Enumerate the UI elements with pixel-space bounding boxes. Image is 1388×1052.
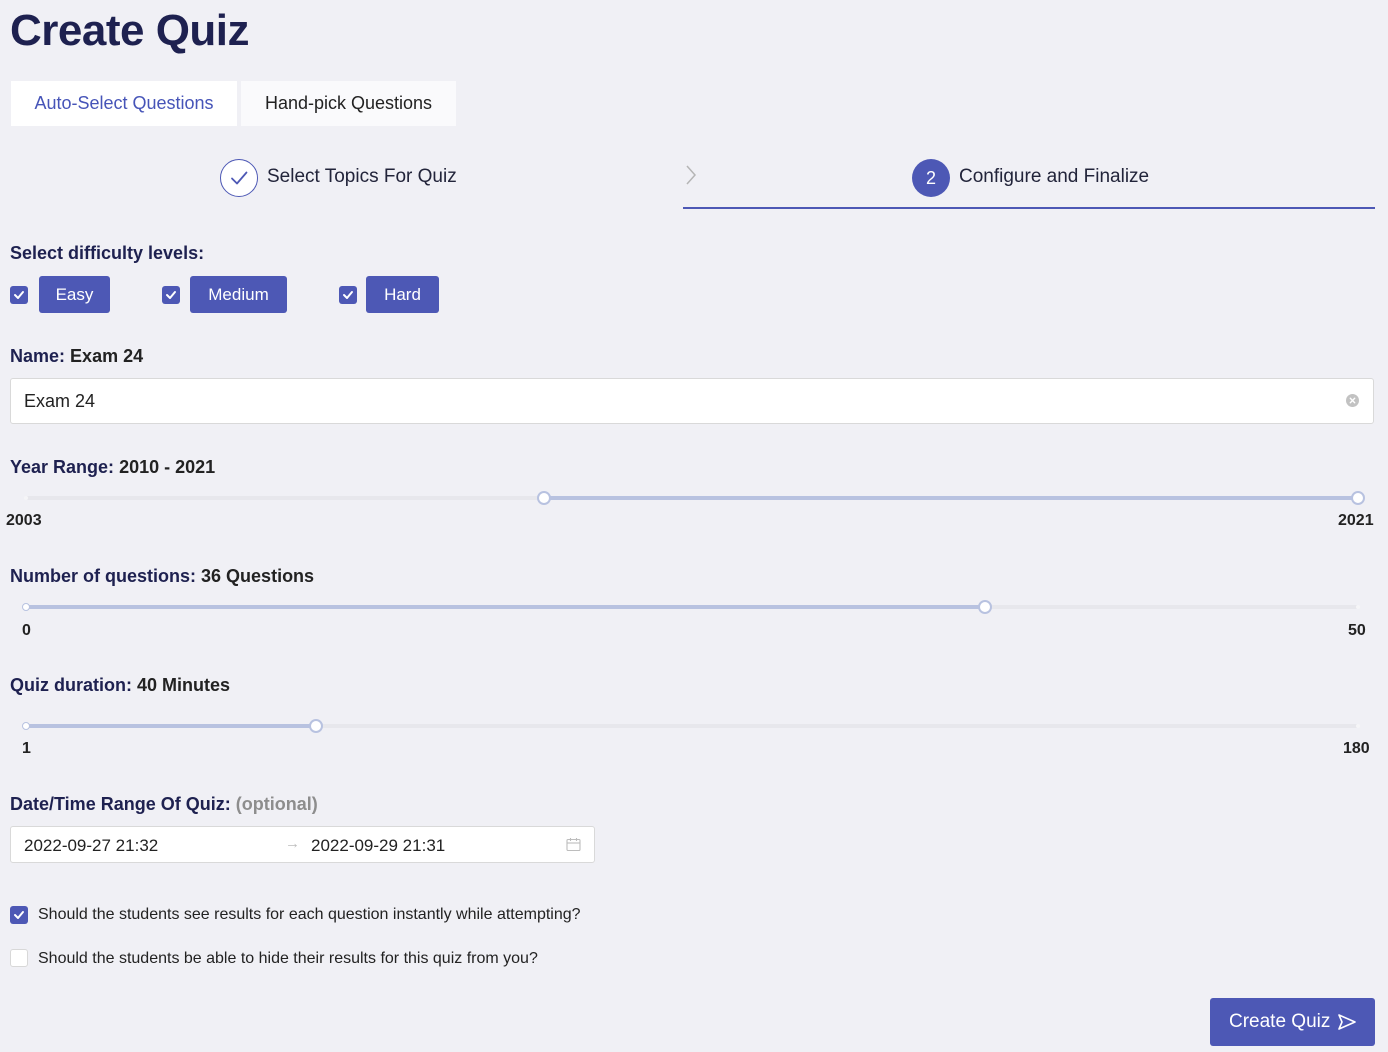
create-quiz-label: Create Quiz: [1229, 1011, 1331, 1032]
slider-track: [544, 496, 1358, 500]
optional-hint: (optional): [235, 794, 318, 814]
duration-label: Quiz duration: 40 Minutes: [10, 675, 230, 696]
medium-button[interactable]: Medium: [190, 276, 287, 313]
start-date-input[interactable]: 2022-09-27 21:32: [24, 836, 158, 856]
step-number-badge: 2: [912, 159, 950, 197]
arrow-right-icon: →: [285, 835, 300, 852]
year-start-handle[interactable]: [537, 491, 551, 505]
active-step-underline: [683, 207, 1375, 209]
year-range-slider[interactable]: [24, 488, 1365, 508]
hard-checkbox[interactable]: [339, 286, 357, 304]
easy-checkbox[interactable]: [10, 286, 28, 304]
year-range-label-text: Year Range:: [10, 457, 115, 477]
duration-label-text: Quiz duration:: [10, 675, 132, 695]
num-questions-handle[interactable]: [978, 600, 993, 614]
page-title: Create Quiz: [10, 6, 250, 55]
name-input[interactable]: [24, 379, 1324, 423]
year-range-value: 2010 - 2021: [119, 457, 216, 477]
create-quiz-button[interactable]: Create Quiz: [1210, 998, 1375, 1046]
easy-button[interactable]: Easy: [39, 276, 110, 313]
duration-min-mark: 1: [22, 740, 31, 757]
name-label: Name: Exam 24: [10, 346, 143, 367]
chevron-right-icon: [686, 165, 697, 185]
year-min-mark: 2003: [6, 512, 42, 529]
slider-end-dot: [1356, 605, 1360, 609]
slider-start-dot: [22, 722, 30, 730]
duration-value: 40 Minutes: [137, 675, 231, 695]
end-date-input[interactable]: 2022-09-29 21:31: [311, 836, 445, 856]
steps-bar: Select Topics For Quiz 2 Configure and F…: [0, 150, 1388, 212]
num-questions-label-text: Number of questions:: [10, 566, 197, 586]
slider-start-dot: [22, 603, 30, 611]
date-range-label: Date/Time Range Of Quiz: (optional): [10, 794, 318, 815]
instant-results-checkbox[interactable]: [10, 906, 28, 924]
year-end-handle[interactable]: [1351, 491, 1365, 505]
num-questions-label: Number of questions: 36 Questions: [10, 566, 314, 587]
tab-auto-select[interactable]: Auto-Select Questions: [11, 81, 237, 126]
step-done-check-icon: [220, 159, 258, 197]
name-input-wrapper: [10, 378, 1374, 424]
hard-button[interactable]: Hard: [366, 276, 439, 313]
instant-results-label[interactable]: Should the students see results for each…: [38, 906, 581, 924]
date-range-label-text: Date/Time Range Of Quiz:: [10, 794, 231, 814]
duration-slider[interactable]: [22, 716, 1360, 736]
send-icon: [1338, 1014, 1356, 1030]
hide-results-checkbox[interactable]: [10, 949, 28, 967]
num-questions-value: 36 Questions: [201, 566, 315, 586]
name-label-value: Exam 24: [70, 346, 144, 366]
hide-results-label[interactable]: Should the students be able to hide thei…: [38, 950, 538, 968]
duration-handle[interactable]: [309, 719, 324, 733]
difficulty-label: Select difficulty levels:: [10, 243, 205, 263]
year-max-mark: 2021: [1338, 512, 1374, 529]
questions-min-mark: 0: [22, 622, 31, 639]
medium-checkbox[interactable]: [162, 286, 180, 304]
name-label-text: Name:: [10, 346, 66, 366]
slider-track: [26, 605, 986, 609]
num-questions-slider[interactable]: [22, 597, 1360, 617]
slider-end-dot: [1356, 724, 1360, 728]
slider-start-dot: [24, 496, 28, 500]
questions-max-mark: 50: [1348, 622, 1366, 639]
year-range-label: Year Range: 2010 - 2021: [10, 457, 215, 478]
step-select-topics[interactable]: Select Topics For Quiz: [267, 166, 457, 188]
duration-max-mark: 180: [1343, 740, 1370, 757]
date-range-picker[interactable]: 2022-09-27 21:32 → 2022-09-29 21:31: [10, 826, 595, 863]
clear-icon[interactable]: [1346, 394, 1359, 407]
slider-track: [26, 724, 317, 728]
step-configure-finalize: Configure and Finalize: [959, 166, 1150, 187]
calendar-icon: [566, 838, 581, 852]
tab-hand-pick[interactable]: Hand-pick Questions: [241, 81, 456, 126]
